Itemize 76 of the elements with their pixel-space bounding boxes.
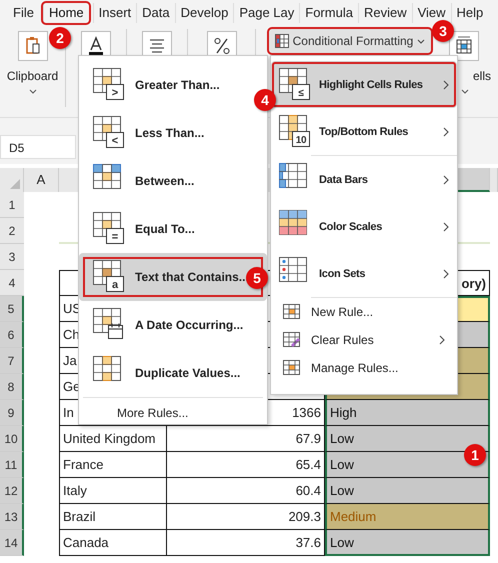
row-number[interactable]: 3: [0, 244, 24, 270]
country-cell: United Kingdom: [63, 431, 156, 446]
value-cell: 1366: [292, 405, 321, 420]
paste-icon[interactable]: [18, 31, 48, 61]
country-cell: France: [63, 457, 104, 472]
row-number[interactable]: 14: [0, 530, 24, 556]
submenu-item[interactable]: Icon Sets: [271, 250, 457, 297]
chevron-right-icon: [443, 174, 449, 184]
submenu-item[interactable]: ≤ Highlight Cells Rules: [271, 61, 457, 108]
submenu-item[interactable]: 10 Top/Bottom Rules: [271, 108, 457, 155]
category-cell: High: [325, 400, 490, 426]
row-number[interactable]: 11: [0, 452, 24, 478]
ribbon-tab[interactable]: File: [8, 3, 39, 23]
more-rules-item[interactable]: More Rules...: [79, 398, 267, 420]
country-cell: Ja: [63, 353, 77, 368]
ribbon-tab[interactable]: Help: [450, 3, 488, 23]
group-label: ells: [472, 69, 491, 83]
value-cell: 65.4: [296, 457, 321, 472]
menu-item[interactable]: A Date Occurring...: [79, 301, 245, 349]
row-number[interactable]: 13: [0, 504, 24, 530]
menu-item[interactable]: Duplicate Values...: [79, 349, 245, 397]
rule-icon: [283, 304, 301, 320]
value-cell: 67.9: [296, 431, 321, 446]
country-cell: Italy: [63, 483, 87, 498]
ribbon-tab[interactable]: Insert: [92, 3, 136, 23]
category-cell: Medium: [325, 504, 490, 530]
menu-item[interactable]: Between...: [79, 157, 245, 205]
grid-icon: [274, 34, 289, 48]
caret-icon: [417, 38, 426, 44]
menu-item[interactable]: < Less Than...: [79, 109, 245, 157]
ribbon-tab[interactable]: Data: [136, 3, 175, 23]
row-number[interactable]: 1: [0, 192, 24, 218]
row-number[interactable]: 2: [0, 218, 24, 244]
row-number[interactable]: 5: [0, 296, 24, 322]
chevron-icon[interactable]: [28, 89, 36, 94]
rule-icon: [283, 360, 301, 376]
ribbon-tab[interactable]: Review: [358, 3, 412, 23]
ribbon-tab[interactable]: Page Lay: [233, 3, 300, 23]
rule-icon: [283, 332, 301, 348]
row-number[interactable]: 10: [0, 426, 24, 452]
country-cell: In: [63, 405, 74, 420]
ribbon-tab[interactable]: Develop: [174, 3, 234, 23]
submenu-item[interactable]: Color Scales: [271, 203, 457, 250]
country-cell: Brazil: [63, 509, 96, 524]
chevron-right-icon: [443, 222, 449, 232]
group-label: Clipboard: [6, 69, 58, 83]
submenu-item[interactable]: New Rule...: [271, 298, 457, 326]
row-number[interactable]: 9: [0, 400, 24, 426]
value-cell: 60.4: [296, 483, 321, 498]
column-heading: ory): [461, 276, 486, 291]
ribbon-tab[interactable]: Formula: [299, 3, 358, 23]
row-number[interactable]: 8: [0, 374, 24, 400]
chevron-right-icon: [443, 80, 449, 90]
conditional-formatting-button[interactable]: Conditional Formatting: [268, 29, 432, 53]
ribbon-tab[interactable]: Home: [42, 3, 89, 23]
category-cell: Low: [325, 530, 490, 556]
value-cell: 209.3: [288, 509, 321, 524]
menu-item[interactable]: > Greater Than...: [79, 61, 245, 109]
cells-icon[interactable]: [449, 31, 479, 61]
chevron-icon[interactable]: [461, 89, 469, 94]
submenu-item[interactable]: Data Bars: [271, 156, 457, 203]
chevron-right-icon: [443, 126, 449, 136]
category-cell: Low: [325, 478, 490, 504]
row-number[interactable]: 12: [0, 478, 24, 504]
name-box[interactable]: D5: [0, 135, 76, 159]
submenu-item[interactable]: Clear Rules: [271, 326, 457, 354]
value-cell: 37.6: [296, 535, 321, 550]
row-number[interactable]: 6: [0, 322, 24, 348]
row-number[interactable]: 4: [0, 270, 24, 296]
menu-item[interactable]: = Equal To...: [79, 205, 245, 253]
chevron-right-icon: [443, 268, 449, 278]
chevron-right-icon: [439, 335, 445, 345]
row-number[interactable]: 7: [0, 348, 24, 374]
column-header[interactable]: A: [24, 168, 59, 192]
submenu-item[interactable]: Manage Rules...: [271, 354, 457, 382]
country-cell: Canada: [63, 535, 109, 550]
